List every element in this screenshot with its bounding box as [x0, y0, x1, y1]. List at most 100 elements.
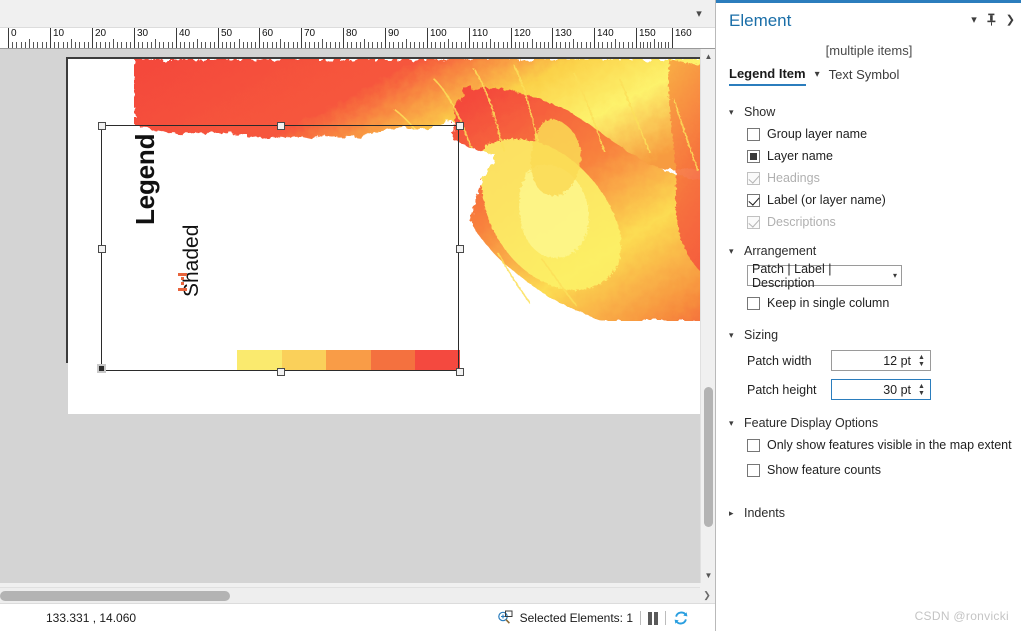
- ruler-tick-label: 50: [221, 28, 233, 39]
- section-feature-display-options-header[interactable]: ▾ Feature Display Options: [729, 416, 1014, 430]
- input-patch-height[interactable]: 30 pt ▲ ▼: [831, 379, 931, 400]
- checkbox-group-layer-name[interactable]: [747, 127, 760, 141]
- pin-icon[interactable]: [986, 13, 997, 26]
- canvas-vertical-scrollbar[interactable]: ▲ ▼: [700, 49, 715, 583]
- chevron-down-icon[interactable]: ▾: [691, 6, 707, 22]
- stepper-patch-height[interactable]: ▲ ▼: [916, 383, 930, 397]
- chevron-right-icon: ▸: [729, 507, 734, 518]
- ruler-minor-tick: [309, 42, 310, 48]
- ruler-minor-tick: [46, 42, 47, 48]
- ruler-minor-tick: [201, 42, 202, 48]
- ruler-minor-tick: [389, 42, 390, 48]
- ruler-minor-tick: [611, 42, 612, 48]
- resize-handle-top-left[interactable]: [98, 122, 106, 130]
- select-zoom-icon[interactable]: [497, 610, 513, 626]
- ruler-minor-tick: [67, 42, 68, 48]
- canvas-horizontal-scrollbar[interactable]: [0, 587, 700, 603]
- option-label-or-layer-name[interactable]: Label (or layer name): [747, 193, 1014, 207]
- ruler-tick-label: 20: [95, 28, 107, 39]
- ruler-tick-label: 0: [11, 28, 17, 39]
- tab-legend-item[interactable]: Legend Item: [729, 66, 806, 86]
- checkbox-keep-single-column[interactable]: [747, 296, 760, 310]
- input-patch-width[interactable]: 12 pt ▲ ▼: [831, 350, 931, 371]
- ruler-minor-tick: [105, 42, 106, 48]
- section-show-header[interactable]: ▾ Show: [729, 105, 1014, 119]
- option-show-feature-counts[interactable]: Show feature counts: [747, 463, 1014, 477]
- status-divider-2: [665, 611, 666, 625]
- section-sizing: ▾ Sizing Patch width 12 pt ▲ ▼ Patch heig…: [729, 328, 1014, 400]
- ruler-minor-tick: [465, 42, 466, 48]
- ruler-tick-label: 40: [179, 28, 191, 39]
- option-layer-name[interactable]: Layer name: [747, 149, 1014, 163]
- arrangement-dropdown[interactable]: Patch | Label | Description ▾: [747, 262, 902, 290]
- ruler-minor-tick: [590, 42, 591, 48]
- ruler-minor-tick: [461, 42, 462, 48]
- section-indents-header[interactable]: ▸ Indents: [729, 506, 1014, 520]
- checkbox-descriptions: [747, 215, 760, 229]
- selected-elements-count: Selected Elements: 1: [519, 611, 633, 625]
- horizontal-scrollbar-thumb[interactable]: [0, 591, 230, 601]
- label-descriptions: Descriptions: [767, 215, 836, 229]
- resize-handle-bottom-center[interactable]: [277, 368, 285, 376]
- ruler-minor-tick: [75, 42, 76, 48]
- checkbox-label-or-layer-name[interactable]: [747, 193, 760, 207]
- ruler-minor-tick: [402, 42, 403, 48]
- label-only-show-features-visible: Only show features visible in the map ex…: [767, 438, 1012, 452]
- ruler-tick-label: 60: [262, 28, 274, 39]
- resize-handle-middle-right[interactable]: [456, 245, 464, 253]
- chevron-up-icon[interactable]: ▲: [701, 49, 716, 64]
- pause-icon[interactable]: [648, 611, 658, 625]
- resize-handle-bottom-right[interactable]: [456, 368, 464, 376]
- section-arrangement-header[interactable]: ▾ Arrangement: [729, 244, 1014, 258]
- ruler-minor-tick: [288, 42, 289, 48]
- ruler-minor-tick: [482, 42, 483, 48]
- label-layer-name: Layer name: [767, 149, 834, 163]
- ruler-minor-tick: [322, 39, 323, 48]
- ruler-minor-tick: [130, 42, 131, 48]
- pane-tabs: Legend Item ▾ Text Symbol: [729, 66, 899, 86]
- pane-title: Element: [729, 11, 792, 30]
- ruler-minor-tick: [532, 39, 533, 48]
- layout-canvas[interactable]: Legend Shaded: [0, 49, 700, 583]
- chevron-down-icon[interactable]: ▾: [971, 14, 977, 26]
- ruler-minor-tick: [448, 39, 449, 48]
- anchor-handle-bottom-left[interactable]: [97, 364, 106, 373]
- ruler-minor-tick: [239, 39, 240, 48]
- checkbox-only-show-features-visible[interactable]: [747, 438, 760, 452]
- chevron-down-icon[interactable]: ▼: [701, 568, 716, 583]
- resize-handle-middle-left[interactable]: [98, 245, 106, 253]
- field-patch-width: Patch width 12 pt ▲ ▼: [747, 350, 1014, 371]
- ruler-minor-tick: [650, 42, 651, 48]
- chevron-right-icon[interactable]: ❯: [1006, 14, 1015, 26]
- horizontal-ruler[interactable]: 0 10 20 30 40 50 60 70 80 90 100 110 120 130 140 150 160: [0, 28, 715, 49]
- chevron-right-icon[interactable]: ❯: [701, 589, 713, 601]
- tab-text-symbol[interactable]: Text Symbol: [829, 67, 900, 85]
- ruler-minor-tick: [142, 42, 143, 48]
- checkbox-layer-name[interactable]: [747, 149, 760, 163]
- ruler-tick-label: 10: [53, 28, 65, 39]
- ruler-minor-tick: [548, 42, 549, 48]
- ruler-minor-tick: [247, 42, 248, 48]
- resize-handle-top-center[interactable]: [277, 122, 285, 130]
- chevron-down-icon[interactable]: ▾: [815, 69, 820, 83]
- section-sizing-header[interactable]: ▾ Sizing: [729, 328, 1014, 342]
- option-group-layer-name[interactable]: Group layer name: [747, 127, 1014, 141]
- vertical-scrollbar-thumb[interactable]: [704, 387, 713, 527]
- option-keep-single-column[interactable]: Keep in single column: [747, 296, 1014, 310]
- status-bar-right-group: Selected Elements: 1: [497, 609, 689, 627]
- label-group-layer-name: Group layer name: [767, 127, 868, 141]
- ruler-minor-tick: [272, 42, 273, 48]
- ruler-minor-tick: [356, 42, 357, 48]
- checkbox-show-feature-counts[interactable]: [747, 463, 760, 477]
- ruler-minor-tick: [477, 42, 478, 48]
- ruler-minor-tick: [330, 42, 331, 48]
- option-only-show-features-visible[interactable]: Only show features visible in the map ex…: [747, 438, 1014, 452]
- ruler-minor-tick: [351, 42, 352, 48]
- resize-handle-top-right[interactable]: [456, 122, 464, 130]
- stepper-patch-width[interactable]: ▲ ▼: [916, 354, 930, 368]
- selection-bounding-box[interactable]: [97, 122, 464, 376]
- ruler-minor-tick: [419, 42, 420, 48]
- refresh-icon[interactable]: [673, 610, 689, 626]
- ruler-minor-tick: [234, 42, 235, 48]
- ruler-minor-tick: [423, 42, 424, 48]
